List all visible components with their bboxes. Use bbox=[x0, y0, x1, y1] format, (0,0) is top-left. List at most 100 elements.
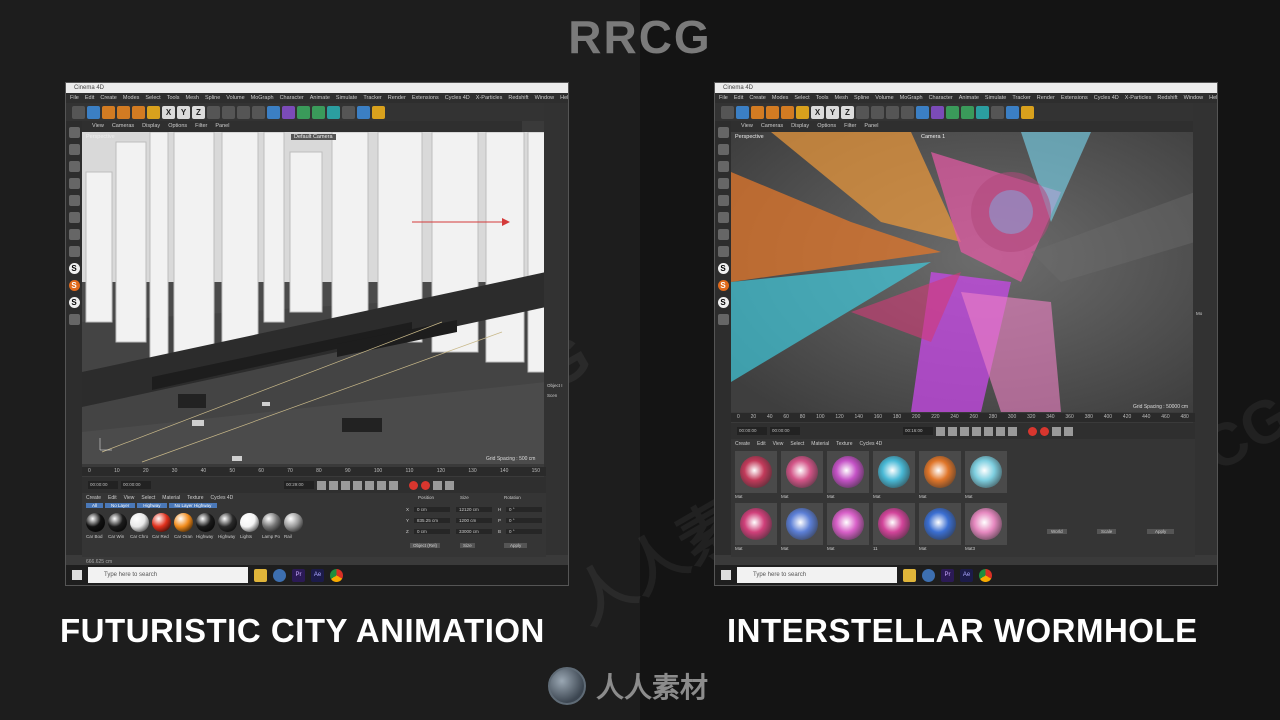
model-mode-icon[interactable] bbox=[717, 144, 729, 155]
next-keyframe-icon[interactable] bbox=[996, 426, 1005, 436]
cycles-s-icon[interactable]: S bbox=[68, 297, 80, 308]
menu-item[interactable]: Mesh bbox=[186, 93, 199, 103]
workplane-icon[interactable] bbox=[717, 314, 729, 325]
texture-mode-icon[interactable] bbox=[68, 161, 80, 172]
render-settings-icon[interactable] bbox=[901, 105, 914, 119]
render-picture-viewer-icon[interactable] bbox=[237, 105, 250, 119]
material-menu-item[interactable]: Material bbox=[162, 495, 180, 501]
apply-button[interactable]: Apply bbox=[504, 543, 528, 548]
play-icon[interactable] bbox=[972, 426, 981, 436]
move-tool-icon[interactable] bbox=[102, 105, 115, 119]
time-current-field[interactable]: 00:00:00 bbox=[770, 427, 800, 435]
polygons-mode-icon[interactable] bbox=[717, 212, 729, 223]
redshift-s-icon[interactable]: S bbox=[717, 263, 729, 274]
edges-mode-icon[interactable] bbox=[717, 195, 729, 206]
material-swatch[interactable] bbox=[827, 451, 869, 493]
y-axis-lock-icon[interactable]: Y bbox=[177, 105, 190, 119]
viewport-city[interactable] bbox=[82, 132, 546, 464]
windows-start-icon[interactable] bbox=[72, 570, 82, 580]
viewport-menu-item[interactable]: Cameras bbox=[761, 121, 783, 132]
play-icon[interactable] bbox=[353, 480, 362, 490]
after-effects-icon[interactable]: Ae bbox=[311, 568, 324, 582]
previous-frame-icon[interactable] bbox=[341, 480, 350, 490]
rotate-tool-icon[interactable] bbox=[781, 105, 794, 119]
material-layer-tab[interactable]: Highway bbox=[137, 503, 167, 508]
material-menu-item[interactable]: Cycles 4D bbox=[211, 495, 234, 501]
pen-icon[interactable] bbox=[282, 105, 295, 119]
material-swatch[interactable] bbox=[827, 503, 869, 545]
redshift-s-orange-icon[interactable]: S bbox=[68, 280, 80, 291]
material-menu-item[interactable]: Select bbox=[790, 441, 804, 447]
menu-item[interactable]: Mesh bbox=[835, 93, 848, 103]
material-menu-item[interactable]: Select bbox=[141, 495, 155, 501]
menu-item[interactable]: Redshift bbox=[1157, 93, 1177, 103]
viewport-menu-item[interactable]: Cameras bbox=[112, 121, 134, 132]
scale-dropdown[interactable]: Scale bbox=[1097, 529, 1117, 534]
material-menu-item[interactable]: Texture bbox=[187, 495, 203, 501]
material-menu-item[interactable]: View bbox=[773, 441, 784, 447]
scale-tool-icon[interactable] bbox=[766, 105, 779, 119]
menu-item[interactable]: Create bbox=[100, 93, 117, 103]
menu-item[interactable]: Tools bbox=[816, 93, 829, 103]
premiere-icon[interactable]: Pr bbox=[941, 568, 954, 582]
apply-button[interactable]: Apply bbox=[1147, 529, 1175, 534]
viewport-menu-item[interactable]: View bbox=[741, 121, 753, 132]
menu-item[interactable]: Edit bbox=[85, 93, 94, 103]
menu-item[interactable]: Volume bbox=[875, 93, 893, 103]
menu-item[interactable]: Simulate bbox=[985, 93, 1006, 103]
position-key-icon[interactable] bbox=[1064, 426, 1073, 436]
undo-icon[interactable] bbox=[72, 105, 85, 119]
deformer-icon[interactable] bbox=[976, 105, 989, 119]
go-to-end-icon[interactable] bbox=[1008, 426, 1017, 436]
menu-item[interactable]: Select bbox=[145, 93, 160, 103]
material-swatch[interactable] bbox=[735, 451, 777, 493]
menu-item[interactable]: File bbox=[70, 93, 79, 103]
menu-item[interactable]: Cycles 4D bbox=[445, 93, 470, 103]
viewport-menu-item[interactable]: Display bbox=[791, 121, 809, 132]
go-to-end-icon[interactable] bbox=[389, 480, 398, 490]
menu-item[interactable]: File bbox=[719, 93, 728, 103]
record-keys-icon[interactable] bbox=[1028, 426, 1037, 436]
previous-keyframe-icon[interactable] bbox=[948, 426, 957, 436]
viewport-menu-item[interactable]: Options bbox=[817, 121, 836, 132]
menu-item[interactable]: MoGraph bbox=[251, 93, 274, 103]
timeline-ruler[interactable]: 0 10 20 30 40 50 60 70 80 90 100 110 120 130 140 150 bbox=[82, 467, 546, 476]
menu-item[interactable]: Character bbox=[280, 93, 304, 103]
next-keyframe-icon[interactable] bbox=[377, 480, 386, 490]
material-menu-item[interactable]: Create bbox=[86, 495, 101, 501]
material-menu-item[interactable]: Create bbox=[735, 441, 750, 447]
material-swatch[interactable] bbox=[108, 513, 127, 532]
menu-item[interactable]: Animate bbox=[310, 93, 330, 103]
position-key-icon[interactable] bbox=[445, 480, 454, 490]
viewport-menu-item[interactable]: Panel bbox=[864, 121, 878, 132]
material-menu-item[interactable]: Edit bbox=[108, 495, 117, 501]
scale-tool-icon[interactable] bbox=[117, 105, 130, 119]
menu-item[interactable]: Character bbox=[929, 93, 953, 103]
timeline-ruler[interactable]: 0 20 40 60 80 100 120 140 160 180 200 220 240 260 280 3… bbox=[731, 413, 1195, 422]
floor-icon[interactable] bbox=[991, 105, 1004, 119]
coordinate-field[interactable]: 0 cm bbox=[414, 529, 450, 534]
material-menu-item[interactable]: Texture bbox=[836, 441, 852, 447]
make-editable-icon[interactable] bbox=[717, 127, 729, 138]
y-axis-lock-icon[interactable]: Y bbox=[826, 105, 839, 119]
subdivision-icon[interactable] bbox=[946, 105, 959, 119]
material-menu-item[interactable]: Material bbox=[811, 441, 829, 447]
render-picture-viewer-icon[interactable] bbox=[886, 105, 899, 119]
coordinate-field[interactable]: 1200 cm bbox=[456, 518, 492, 523]
viewport-menu-item[interactable]: Filter bbox=[844, 121, 856, 132]
menu-item[interactable]: Render bbox=[388, 93, 406, 103]
redshift-s-icon[interactable]: S bbox=[68, 263, 80, 274]
rotate-tool-icon[interactable] bbox=[132, 105, 145, 119]
material-layer-tab[interactable]: No Layer bbox=[105, 503, 136, 508]
floor-icon[interactable] bbox=[342, 105, 355, 119]
go-to-start-icon[interactable] bbox=[936, 426, 945, 436]
menu-item[interactable]: Tools bbox=[167, 93, 180, 103]
coordinate-field[interactable]: 33000 cm bbox=[456, 529, 492, 534]
material-swatch[interactable] bbox=[284, 513, 303, 532]
material-swatch[interactable] bbox=[174, 513, 193, 532]
autokey-icon[interactable] bbox=[1040, 426, 1049, 436]
render-view-icon[interactable] bbox=[222, 105, 235, 119]
record-icon[interactable] bbox=[796, 105, 809, 119]
cinema4d-icon[interactable] bbox=[922, 568, 935, 582]
menu-item[interactable]: Spline bbox=[205, 93, 220, 103]
